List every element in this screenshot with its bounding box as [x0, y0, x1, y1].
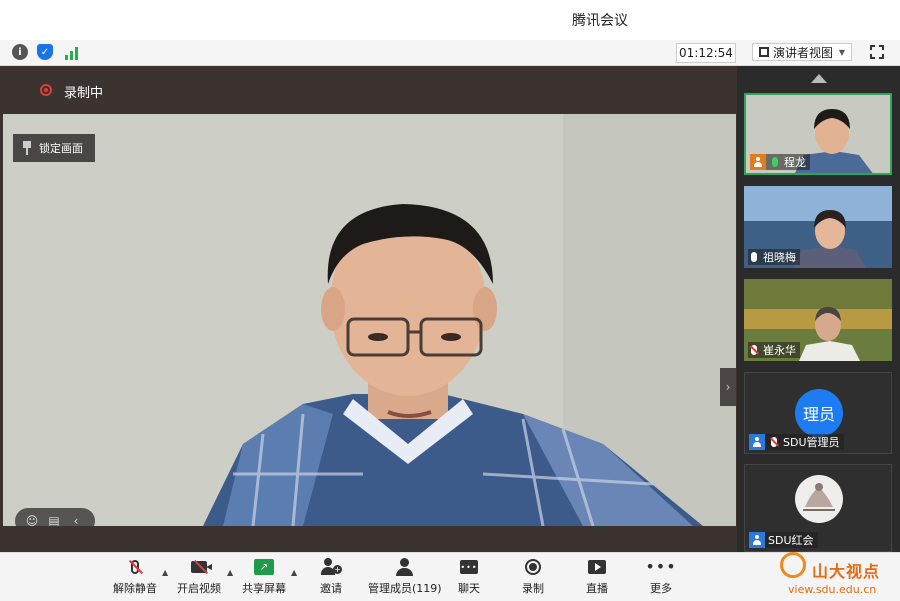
mic-muted-icon — [771, 437, 777, 447]
lock-view-button[interactable]: 锁定画面 — [13, 134, 95, 162]
participant-name: 程龙 — [784, 156, 806, 169]
reaction-toolbar: ☺ ▤ ‹ — [15, 508, 95, 526]
share-screen-button[interactable]: ↗ 共享屏幕 — [242, 557, 286, 596]
speaker-view-icon — [759, 47, 769, 57]
record-icon — [522, 557, 544, 577]
more-icon: ••• — [645, 557, 677, 576]
chat-button[interactable]: ••• 聊天 — [458, 557, 480, 596]
share-screen-label: 共享屏幕 — [242, 582, 286, 595]
participant-name-tag: 祖晓梅 — [748, 249, 800, 265]
live-button[interactable]: 直播 — [586, 557, 608, 596]
meeting-timer: 01:12:54 — [676, 43, 736, 63]
host-icon — [750, 154, 766, 170]
collapse-panel-button[interactable]: › — [720, 368, 736, 406]
chevron-up-icon[interactable]: ▲ — [291, 568, 297, 577]
manage-members-label: 管理成员(119) — [368, 582, 442, 595]
fullscreen-icon[interactable] — [870, 45, 884, 59]
pin-icon — [23, 141, 31, 155]
watermark: 山大视点 view.sdu.edu.cn — [760, 548, 900, 600]
chat-label: 聊天 — [458, 582, 480, 595]
scroll-up-icon[interactable] — [811, 74, 827, 83]
watermark-text: 山大视点 — [812, 562, 881, 581]
participant-name: 祖晓梅 — [763, 251, 796, 264]
lock-view-label: 锁定画面 — [39, 142, 83, 155]
manage-members-button[interactable]: 管理成员(119) — [368, 557, 442, 596]
more-button[interactable]: ••• 更多 — [645, 557, 677, 596]
invite-button[interactable]: + 邀请 — [320, 557, 342, 596]
info-bar: i ✓ 01:12:54 演讲者视图 ▼ — [0, 40, 900, 66]
speaker-video: 锁定画面 ☺ ▤ ‹ — [3, 114, 736, 526]
participant-name-tag: 崔永华 — [748, 342, 800, 358]
chevron-right-icon: › — [725, 380, 731, 394]
live-label: 直播 — [586, 582, 608, 595]
participant-name-tag: SDU红会 — [749, 532, 818, 548]
recording-banner: 录制中 — [0, 66, 737, 114]
chat-icon: ••• — [458, 557, 480, 577]
participant-tile[interactable]: 祖晓梅 — [744, 186, 892, 268]
start-video-label: 开启视频 — [177, 582, 221, 595]
participant-name-tag: 程龙 — [750, 154, 810, 170]
record-button[interactable]: 录制 — [522, 557, 544, 596]
participant-name-tag: SDU管理员 — [749, 434, 844, 450]
view-mode-label: 演讲者视图 — [773, 45, 834, 60]
mic-icon — [751, 252, 757, 262]
more-label: 更多 — [650, 582, 672, 595]
participant-name: SDU管理员 — [783, 436, 840, 449]
invite-icon: + — [320, 557, 342, 577]
mic-muted-icon — [751, 345, 757, 355]
unmute-label: 解除静音 — [113, 582, 157, 595]
camera-off-icon — [188, 557, 212, 577]
participant-name: 崔永华 — [763, 344, 796, 357]
signal-icon[interactable] — [63, 44, 79, 60]
invite-label: 邀请 — [320, 582, 342, 595]
watermark-url: view.sdu.edu.cn — [788, 583, 877, 596]
user-icon — [749, 532, 765, 548]
recording-icon — [40, 84, 52, 96]
participant-tile[interactable]: 程龙 — [744, 93, 892, 175]
share-screen-icon: ↗ — [253, 557, 275, 577]
start-video-button[interactable]: 开启视频 — [177, 557, 221, 596]
shield-icon[interactable]: ✓ — [37, 44, 53, 60]
user-icon — [749, 434, 765, 450]
participant-name: SDU红会 — [768, 534, 814, 547]
main-stage: 录制中 锁定画面 ☺ ▤ ‹ › — [0, 66, 737, 552]
recording-label: 录制中 — [64, 86, 104, 101]
chevron-left-icon[interactable]: ‹ — [69, 514, 83, 526]
participant-panel: 程龙 祖晓梅 崔永华 理员 SDU管理员 SDU红会 — [737, 66, 900, 552]
window-title: 腾讯会议 — [572, 13, 628, 29]
avatar: 理员 — [795, 389, 843, 437]
speaker-video-image — [3, 114, 736, 526]
title-bar: 腾讯会议 — [0, 0, 900, 41]
mic-on-icon — [772, 157, 778, 167]
emoji-icon[interactable]: ☺ — [25, 514, 39, 526]
participant-tile[interactable]: SDU红会 — [744, 464, 892, 552]
info-icon[interactable]: i — [12, 44, 28, 60]
view-mode-select[interactable]: 演讲者视图 ▼ — [752, 43, 852, 61]
unmute-button[interactable]: 解除静音 — [113, 557, 157, 596]
watermark-logo — [780, 552, 806, 578]
chevron-up-icon[interactable]: ▲ — [162, 568, 168, 577]
members-icon — [394, 557, 416, 577]
avatar — [795, 475, 843, 523]
live-icon — [586, 557, 608, 577]
chat-bubble-icon[interactable]: ▤ — [47, 514, 61, 526]
mic-muted-icon — [124, 557, 146, 577]
participant-tile[interactable]: 理员 SDU管理员 — [744, 372, 892, 454]
participant-tile[interactable]: 崔永华 — [744, 279, 892, 361]
chevron-down-icon: ▼ — [838, 47, 845, 57]
record-label: 录制 — [522, 582, 544, 595]
chevron-up-icon[interactable]: ▲ — [227, 568, 233, 577]
